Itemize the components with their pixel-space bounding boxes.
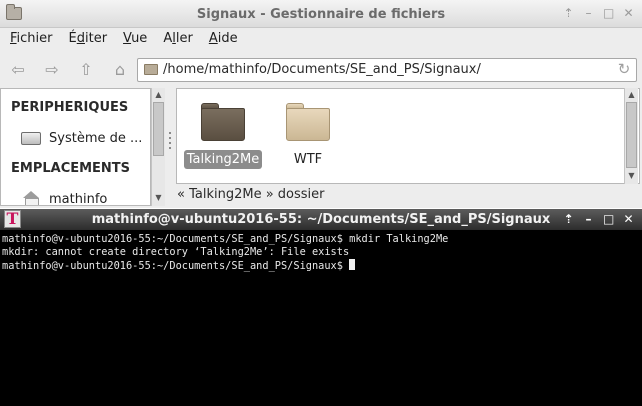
scrollbar-thumb[interactable] bbox=[626, 102, 637, 168]
folder-icon bbox=[144, 64, 158, 75]
forward-arrow-icon[interactable]: ⇨ bbox=[40, 59, 64, 81]
folder-item[interactable]: WTF bbox=[268, 99, 348, 169]
back-arrow-icon[interactable]: ⇦ bbox=[6, 59, 30, 81]
pane-splitter[interactable] bbox=[166, 88, 174, 198]
terminal-line: mkdir: cannot create directory ‘Talking2… bbox=[2, 246, 350, 258]
file-manager-window: Signaux - Gestionnaire de fichiers ⇡ – □… bbox=[0, 0, 642, 208]
folder-item[interactable]: Talking2Me bbox=[183, 99, 263, 169]
minimize-button[interactable]: – bbox=[583, 212, 594, 226]
shade-button[interactable]: ⇡ bbox=[563, 212, 574, 226]
file-view[interactable]: Talking2Me WTF bbox=[176, 88, 640, 184]
terminal-titlebar[interactable]: T mathinfo@v-ubuntu2016-55: ~/Documents/… bbox=[0, 209, 642, 230]
folder-icon bbox=[201, 103, 245, 141]
sidebar-item-label: Système de ... bbox=[49, 130, 143, 146]
home-icon[interactable]: ⌂ bbox=[108, 59, 132, 81]
sidebar-item-label: mathinfo bbox=[49, 191, 108, 206]
file-name: Talking2Me bbox=[183, 150, 263, 169]
file-manager-titlebar[interactable]: Signaux - Gestionnaire de fichiers ⇡ – □… bbox=[0, 0, 642, 28]
reload-icon[interactable]: ↻ bbox=[616, 61, 632, 77]
terminal-prompt: mathinfo@v-ubuntu2016-55:~/Documents/SE_… bbox=[2, 260, 350, 272]
places-heading: EMPLACEMENTS bbox=[11, 161, 131, 176]
scroll-down-icon[interactable]: ▼ bbox=[625, 170, 638, 182]
terminal-title: mathinfo@v-ubuntu2016-55: ~/Documents/SE… bbox=[91, 212, 551, 227]
file-name: WTF bbox=[293, 152, 323, 167]
terminal-line: mathinfo@v-ubuntu2016-55:~/Documents/SE_… bbox=[2, 233, 449, 245]
window-title: Signaux - Gestionnaire de fichiers bbox=[196, 7, 446, 22]
sidebar-item-filesystem[interactable]: Système de ... bbox=[21, 128, 142, 148]
scroll-up-icon[interactable]: ▲ bbox=[625, 89, 638, 101]
location-bar[interactable]: /home/mathinfo/Documents/SE_and_PS/Signa… bbox=[137, 58, 637, 82]
close-button[interactable]: ✕ bbox=[623, 212, 634, 226]
shade-button[interactable]: ⇡ bbox=[563, 6, 574, 20]
folder-icon bbox=[286, 103, 330, 141]
menubar: Fichier Éditer Vue Aller Aide bbox=[0, 28, 642, 50]
maximize-button[interactable]: □ bbox=[603, 212, 614, 226]
menu-editer[interactable]: Éditer bbox=[69, 28, 118, 50]
sidebar: PERIPHERIQUES Système de ... EMPLACEMENT… bbox=[0, 88, 151, 206]
menu-aller[interactable]: Aller bbox=[163, 28, 203, 50]
scroll-up-icon[interactable]: ▲ bbox=[152, 89, 165, 101]
sidebar-item-home[interactable]: mathinfo bbox=[21, 189, 108, 206]
scrollbar-thumb[interactable] bbox=[153, 102, 164, 156]
terminal-prompt-line[interactable]: mathinfo@v-ubuntu2016-55:~/Documents/SE_… bbox=[2, 259, 638, 273]
terminal-output[interactable]: mathinfo@v-ubuntu2016-55:~/Documents/SE_… bbox=[2, 233, 638, 403]
maximize-button[interactable]: □ bbox=[603, 6, 614, 20]
menu-vue[interactable]: Vue bbox=[123, 28, 157, 50]
menu-aide[interactable]: Aide bbox=[209, 28, 248, 50]
home-folder-icon bbox=[21, 191, 41, 205]
minimize-button[interactable]: – bbox=[583, 6, 594, 20]
devices-heading: PERIPHERIQUES bbox=[11, 100, 129, 115]
file-view-scrollbar[interactable]: ▲ ▼ bbox=[624, 88, 638, 184]
close-button[interactable]: ✕ bbox=[623, 6, 634, 20]
scroll-down-icon[interactable]: ▼ bbox=[152, 192, 165, 204]
hard-drive-icon bbox=[21, 131, 41, 145]
status-bar: « Talking2Me » dossier bbox=[177, 187, 325, 202]
text-cursor bbox=[349, 259, 356, 270]
menu-fichier[interactable]: Fichier bbox=[10, 28, 63, 50]
location-path[interactable]: /home/mathinfo/Documents/SE_and_PS/Signa… bbox=[163, 62, 481, 77]
terminal-window: T mathinfo@v-ubuntu2016-55: ~/Documents/… bbox=[0, 209, 642, 406]
sidebar-scrollbar[interactable]: ▲ ▼ bbox=[151, 88, 165, 206]
up-arrow-icon[interactable]: ⇧ bbox=[74, 59, 98, 81]
